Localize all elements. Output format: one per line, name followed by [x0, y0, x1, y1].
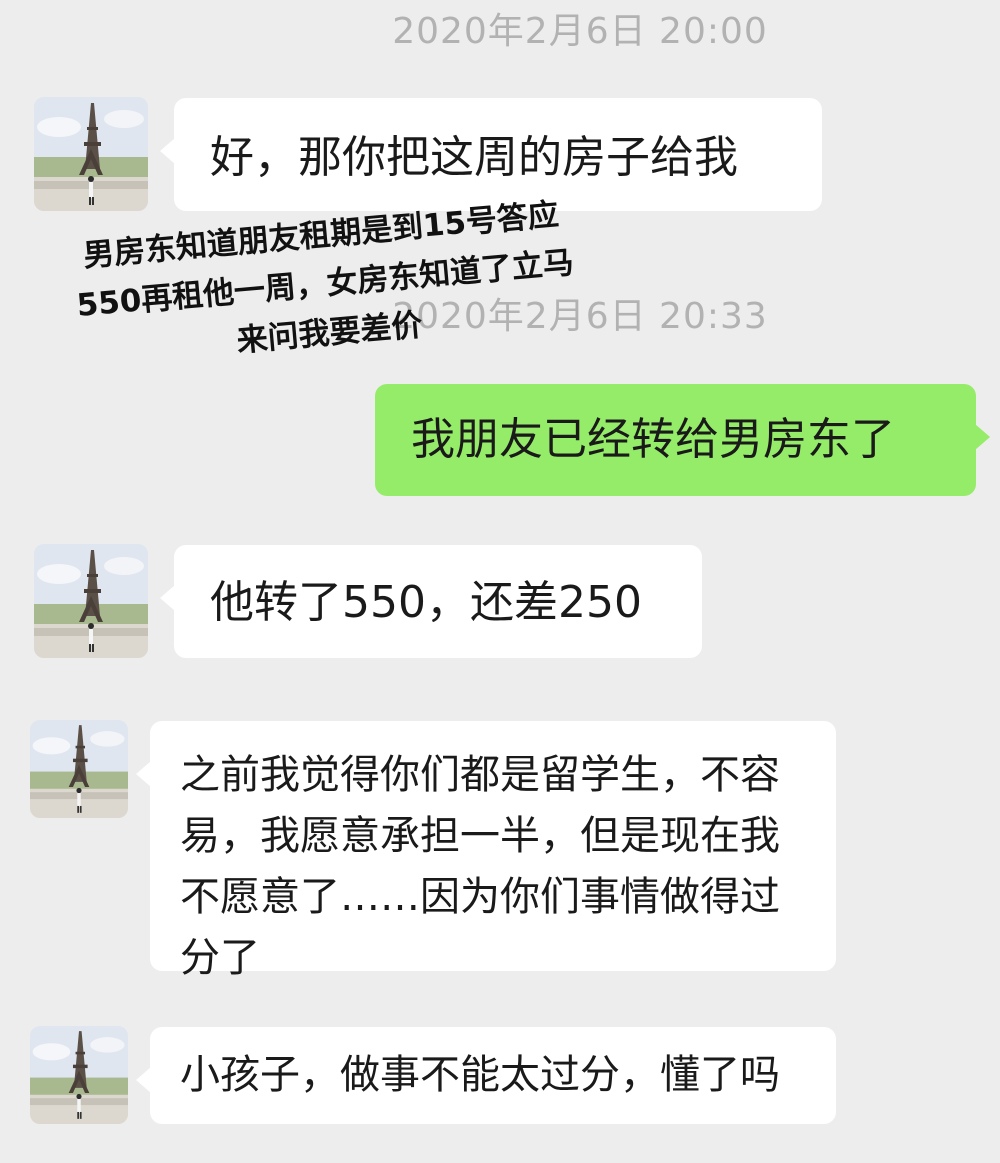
eiffel-tower-icon	[30, 1026, 128, 1124]
contact-avatar[interactable]	[34, 97, 148, 211]
eiffel-tower-icon	[34, 544, 148, 658]
message-line: 易，我愿意承担一半，但是现在我	[180, 813, 780, 859]
message-line: 不愿意了……因为你们事情做得过	[180, 874, 780, 920]
contact-avatar[interactable]	[30, 1026, 128, 1124]
message-text: 我朋友已经转给男房东了	[411, 414, 895, 465]
eiffel-tower-icon	[34, 97, 148, 211]
message-text: 好，那你把这周的房子给我	[210, 132, 738, 183]
eiffel-tower-icon	[30, 720, 128, 818]
annotation-note: 男房东知道朋友租期是到15号答应 550再租他一周，女房东知道了立马 来问我要差…	[40, 187, 611, 382]
message-text: 他转了550，还差250	[210, 577, 642, 628]
timestamp-first: 2020年2月6日 20:00	[392, 11, 768, 52]
message-line: 分了	[180, 935, 260, 981]
message-bubble[interactable]: 小孩子，做事不能太过分，懂了吗	[136, 1027, 836, 1124]
message-bubble[interactable]: 他转了550，还差250	[160, 545, 702, 658]
message-text: 小孩子，做事不能太过分，懂了吗	[180, 1052, 780, 1098]
message-bubble[interactable]: 好，那你把这周的房子给我	[160, 98, 822, 211]
message-bubble[interactable]: 之前我觉得你们都是留学生，不容 易，我愿意承担一半，但是现在我 不愿意了……因为…	[136, 721, 836, 981]
contact-avatar[interactable]	[30, 720, 128, 818]
contact-avatar[interactable]	[34, 544, 148, 658]
message-line: 之前我觉得你们都是留学生，不容	[180, 752, 780, 798]
my-message-bubble[interactable]: 我朋友已经转给男房东了	[375, 384, 990, 496]
